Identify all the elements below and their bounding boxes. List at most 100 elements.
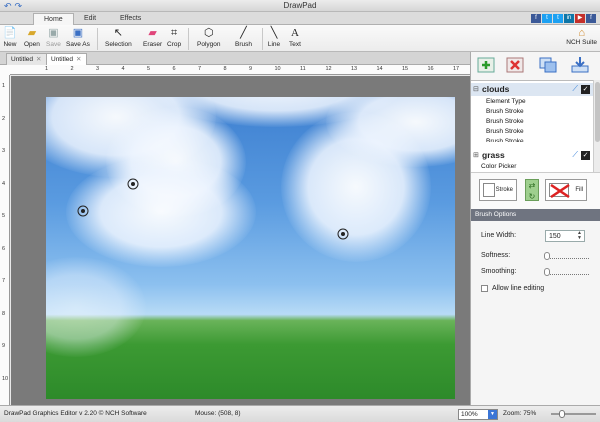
polygon-button[interactable]: ⬡ Polygon — [197, 27, 221, 48]
collapse-icon[interactable]: ⊟ — [473, 83, 479, 96]
move-down-icon[interactable] — [569, 56, 591, 74]
softness-slider[interactable] — [544, 252, 589, 260]
ruler-tick-label: 9 — [249, 66, 253, 72]
save-as-button[interactable]: ▣ Save As — [66, 27, 90, 48]
undo-icon[interactable]: ↶ — [4, 1, 12, 11]
tab-edit[interactable]: Edit — [74, 13, 106, 25]
list-item[interactable]: Brush Stroke — [486, 118, 524, 125]
swap-colors-icon[interactable]: ⇄ ↻ — [525, 179, 539, 201]
social-icons: f t t in ▶ f — [531, 14, 596, 23]
element-row-grass[interactable]: ⊞ grass ⟋ ✓ — [471, 149, 593, 162]
ruler-tick-label: 12 — [325, 66, 332, 72]
visibility-checkbox[interactable]: ✓ — [581, 151, 590, 160]
new-button[interactable]: 📄 New — [3, 27, 17, 48]
control-point-handle[interactable] — [126, 177, 140, 191]
ruler-tick-label: 4 — [121, 66, 125, 72]
brush-icon: ╱ — [240, 27, 247, 39]
close-tab-icon[interactable]: ✕ — [76, 56, 81, 63]
document-tab[interactable]: Untitled ✕ — [6, 53, 47, 65]
ruler-tick-label: 2 — [2, 115, 6, 122]
save-disk-icon: ▣ — [48, 27, 59, 39]
zoom-slider[interactable] — [551, 410, 596, 418]
delete-element-icon[interactable] — [504, 56, 526, 74]
ruler-tick-label: 16 — [427, 66, 434, 72]
document-tab-active[interactable]: Untitled ✕ — [46, 53, 87, 65]
fill-none-swatch — [549, 183, 570, 199]
allow-line-editing-checkbox[interactable] — [481, 285, 488, 292]
ruler-tick-label: 6 — [172, 66, 176, 72]
nch-suite-icon: ⌂ — [578, 27, 585, 39]
duplicate-element-icon[interactable] — [537, 56, 559, 74]
scrollbar-thumb[interactable] — [595, 82, 600, 142]
zoom-select[interactable]: 100% ▼ — [458, 409, 498, 420]
ruler-tick-label: 11 — [300, 66, 306, 72]
facebook-icon[interactable]: f — [531, 14, 541, 23]
ribbon-toolbar: 📄 New ▰ Open ▣ Save ▣ Save As ↖ Selectio… — [0, 25, 600, 52]
text-button[interactable]: A Text — [288, 27, 302, 48]
visibility-checkbox[interactable]: ✓ — [581, 85, 590, 94]
line-button[interactable]: ╲ Line — [267, 27, 281, 48]
zoom-label: Zoom: 75% — [503, 410, 537, 417]
add-element-icon[interactable] — [475, 56, 497, 74]
horizontal-ruler: 123456789101112131415161718 — [10, 65, 485, 75]
facebook-icon[interactable]: f — [586, 14, 596, 23]
control-point-handle[interactable] — [336, 227, 350, 241]
cursor-arrow-icon: ↖ — [113, 27, 123, 39]
fill-color-button[interactable]: Fill — [545, 179, 587, 201]
ruler-tick-label: 15 — [402, 66, 409, 72]
tab-effects[interactable]: Effects — [110, 13, 151, 25]
expand-icon[interactable]: ⊞ — [473, 149, 479, 162]
crop-button[interactable]: ⌗ Crop — [167, 27, 181, 48]
ruler-tick-label: 8 — [223, 66, 227, 72]
toolbar-separator — [188, 28, 189, 50]
selection-button[interactable]: ↖ Selection — [105, 27, 132, 48]
ruler-tick-label: 10 — [2, 375, 9, 382]
list-item[interactable]: Brush Stroke — [486, 138, 524, 142]
eraser-icon: ▰ — [148, 27, 157, 39]
eraser-button[interactable]: ▰ Eraser — [143, 27, 162, 48]
control-point-handle[interactable] — [76, 204, 90, 218]
ruler-tick-label: 6 — [2, 245, 6, 252]
close-tab-icon[interactable]: ✕ — [36, 56, 41, 63]
ruler-tick-label: 5 — [147, 66, 151, 72]
ruler-tick-label: 13 — [351, 66, 358, 72]
smoothing-slider[interactable] — [544, 268, 589, 276]
list-item[interactable]: Brush Stroke — [486, 128, 524, 135]
nch-suite-button[interactable]: ⌂ NCH Suite — [566, 27, 597, 46]
slider-knob[interactable] — [558, 410, 565, 418]
chevron-down-icon: ▼ — [488, 410, 497, 419]
stepper-arrows-icon[interactable]: ▲ ▼ — [577, 231, 582, 241]
ruler-tick-label: 1 — [2, 83, 6, 89]
list-item[interactable]: Brush Stroke — [486, 108, 524, 115]
line-icon: ╲ — [270, 27, 278, 39]
tab-home[interactable]: Home — [33, 13, 74, 25]
slider-knob[interactable] — [544, 268, 550, 276]
list-item: Element Type — [486, 98, 526, 105]
stroke-swatch — [483, 183, 495, 197]
ruler-tick-label: 5 — [2, 213, 6, 219]
slider-knob[interactable] — [544, 252, 550, 260]
open-button[interactable]: ▰ Open — [24, 27, 40, 48]
ruler-tick-label: 7 — [198, 66, 202, 72]
polygon-icon: ⬡ — [203, 27, 214, 39]
drawing-canvas[interactable] — [46, 97, 455, 399]
linkedin-icon[interactable]: in — [564, 14, 574, 23]
status-bar: DrawPad Graphics Editor v 2.20 © NCH Sof… — [0, 405, 600, 422]
ruler-tick-label: 2 — [70, 66, 74, 72]
redo-icon[interactable]: ↷ — [15, 1, 23, 11]
canvas-area[interactable] — [11, 76, 470, 405]
stroke-color-button[interactable]: Stroke — [479, 179, 517, 201]
element-row-clouds[interactable]: ⊟ clouds ⟋ ✓ — [471, 83, 593, 96]
line-width-stepper[interactable]: 150 ▲ ▼ — [545, 230, 585, 242]
brush-button[interactable]: ╱ Brush — [235, 27, 252, 48]
color-picker-panel: Stroke ⇄ ↻ Fill — [471, 172, 600, 212]
twitter-icon[interactable]: t — [553, 14, 563, 23]
save-button[interactable]: ▣ Save — [46, 27, 61, 48]
youtube-icon[interactable]: ▶ — [575, 14, 585, 23]
ruler-tick-label: 14 — [376, 66, 383, 72]
allow-line-editing-label: Allow line editing — [492, 285, 545, 292]
menu-tab-bar: Home Edit Effects f t t in ▶ f — [0, 12, 600, 25]
twitter-icon[interactable]: t — [542, 14, 552, 23]
softness-label: Softness: — [481, 252, 511, 259]
toolbar-separator — [97, 28, 98, 50]
